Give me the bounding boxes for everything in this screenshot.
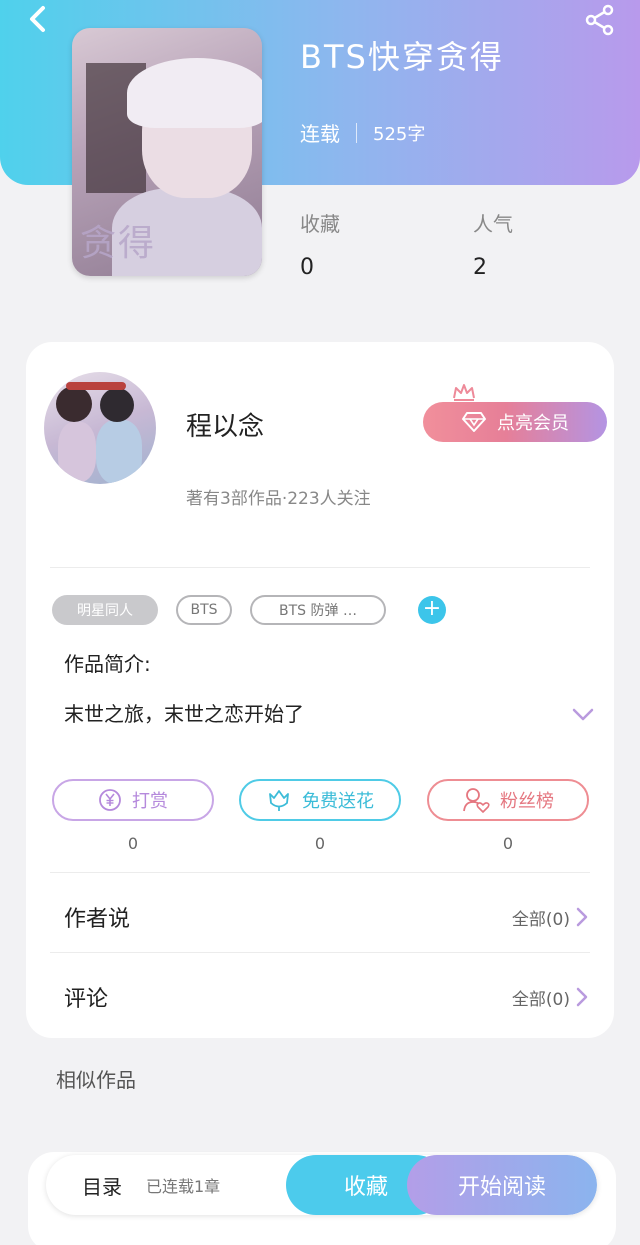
avatar-hair-left — [56, 386, 92, 422]
divider — [50, 872, 590, 873]
author-say-count: 全部(0) — [511, 909, 570, 930]
comments-count: 全部(0) — [511, 989, 570, 1010]
favorites-label: 收藏 — [300, 212, 340, 236]
similar-works-title: 相似作品 — [56, 1068, 136, 1092]
vip-button-label: 点亮会员 — [497, 413, 569, 434]
author-meta: 著有3部作品·223人关注 — [186, 489, 371, 509]
popularity-label: 人气 — [473, 212, 513, 236]
tag-bts-bangtan[interactable]: BTS 防弹 … — [250, 595, 386, 625]
start-reading-button[interactable]: 开始阅读 — [407, 1155, 597, 1215]
share-icon — [585, 4, 614, 36]
favorites-value: 0 — [300, 255, 314, 280]
chevron-right-icon — [576, 987, 588, 1007]
fan-ranking-label: 粉丝榜 — [500, 791, 554, 812]
flower-icon — [269, 790, 289, 811]
intro-text: 末世之旅，末世之恋开始了 — [64, 702, 304, 726]
chevron-down-icon[interactable] — [572, 708, 594, 722]
avatar-figure-left — [58, 422, 96, 482]
word-count: 525字 — [373, 123, 426, 145]
diamond-icon — [461, 411, 487, 433]
popularity-stat: 人气 2 — [473, 208, 513, 280]
yen-coin-icon — [99, 789, 121, 811]
tag-bts[interactable]: BTS — [176, 595, 232, 625]
back-arrow-icon — [30, 6, 45, 32]
add-tag-button[interactable]: + — [418, 596, 446, 624]
book-status: 连载 525字 — [300, 118, 425, 147]
book-title: BTS快穿贪得 — [300, 38, 504, 76]
back-button[interactable] — [22, 4, 52, 34]
author-say-more[interactable]: 全部(0) — [512, 905, 588, 930]
plus-icon: + — [422, 596, 442, 621]
serial-status: 连载 — [300, 122, 340, 146]
reward-button[interactable]: 打赏 — [52, 779, 214, 821]
toc-status: 已连载1章 — [146, 1177, 221, 1196]
author-say-row[interactable]: 作者说 全部(0) — [64, 897, 588, 937]
fan-user-icon — [463, 788, 490, 813]
share-button[interactable] — [584, 4, 616, 36]
chevron-right-icon — [576, 907, 588, 927]
reward-label: 打赏 — [132, 791, 168, 812]
comments-row[interactable]: 评论 全部(0) — [64, 977, 588, 1017]
book-cover[interactable]: 贪得 — [72, 28, 262, 276]
comments-more[interactable]: 全部(0) — [512, 985, 588, 1010]
flower-count: 0 — [314, 834, 326, 853]
avatar-figure-right — [96, 420, 142, 484]
toc-label: 目录 — [82, 1174, 122, 1199]
status-divider — [356, 122, 357, 143]
author-name[interactable]: 程以念 — [186, 406, 264, 443]
cover-figure-hair — [127, 58, 262, 128]
free-flower-label: 免费送花 — [302, 791, 374, 812]
divider — [50, 952, 590, 953]
cover-title-text: 贪得 — [80, 223, 157, 264]
popularity-value: 2 — [473, 255, 487, 280]
reward-count: 0 — [127, 834, 139, 853]
table-of-contents-button[interactable]: 目录 已连载1章 — [82, 1155, 220, 1215]
crown-icon — [453, 384, 475, 401]
divider — [50, 567, 590, 568]
tag-genre[interactable]: 明星同人 — [52, 595, 158, 625]
bottom-action-bar: 目录 已连载1章 收藏 开始阅读 — [46, 1155, 597, 1215]
avatar-hair-right — [100, 388, 134, 422]
vip-button[interactable]: 点亮会员 — [423, 402, 607, 442]
author-say-label: 作者说 — [64, 907, 131, 932]
free-flower-button[interactable]: 免费送花 — [239, 779, 401, 821]
intro-title: 作品简介: — [64, 652, 151, 676]
comments-label: 评论 — [64, 987, 109, 1012]
fan-count: 0 — [502, 834, 514, 853]
favorites-stat: 收藏 0 — [300, 208, 340, 280]
author-avatar[interactable] — [44, 372, 156, 484]
avatar-headband — [66, 382, 126, 390]
book-detail-card: 程以念 著有3部作品·223人关注 点亮会员 明星同人 BTS BTS 防弹 …… — [26, 342, 614, 1038]
fan-ranking-button[interactable]: 粉丝榜 — [427, 779, 589, 821]
